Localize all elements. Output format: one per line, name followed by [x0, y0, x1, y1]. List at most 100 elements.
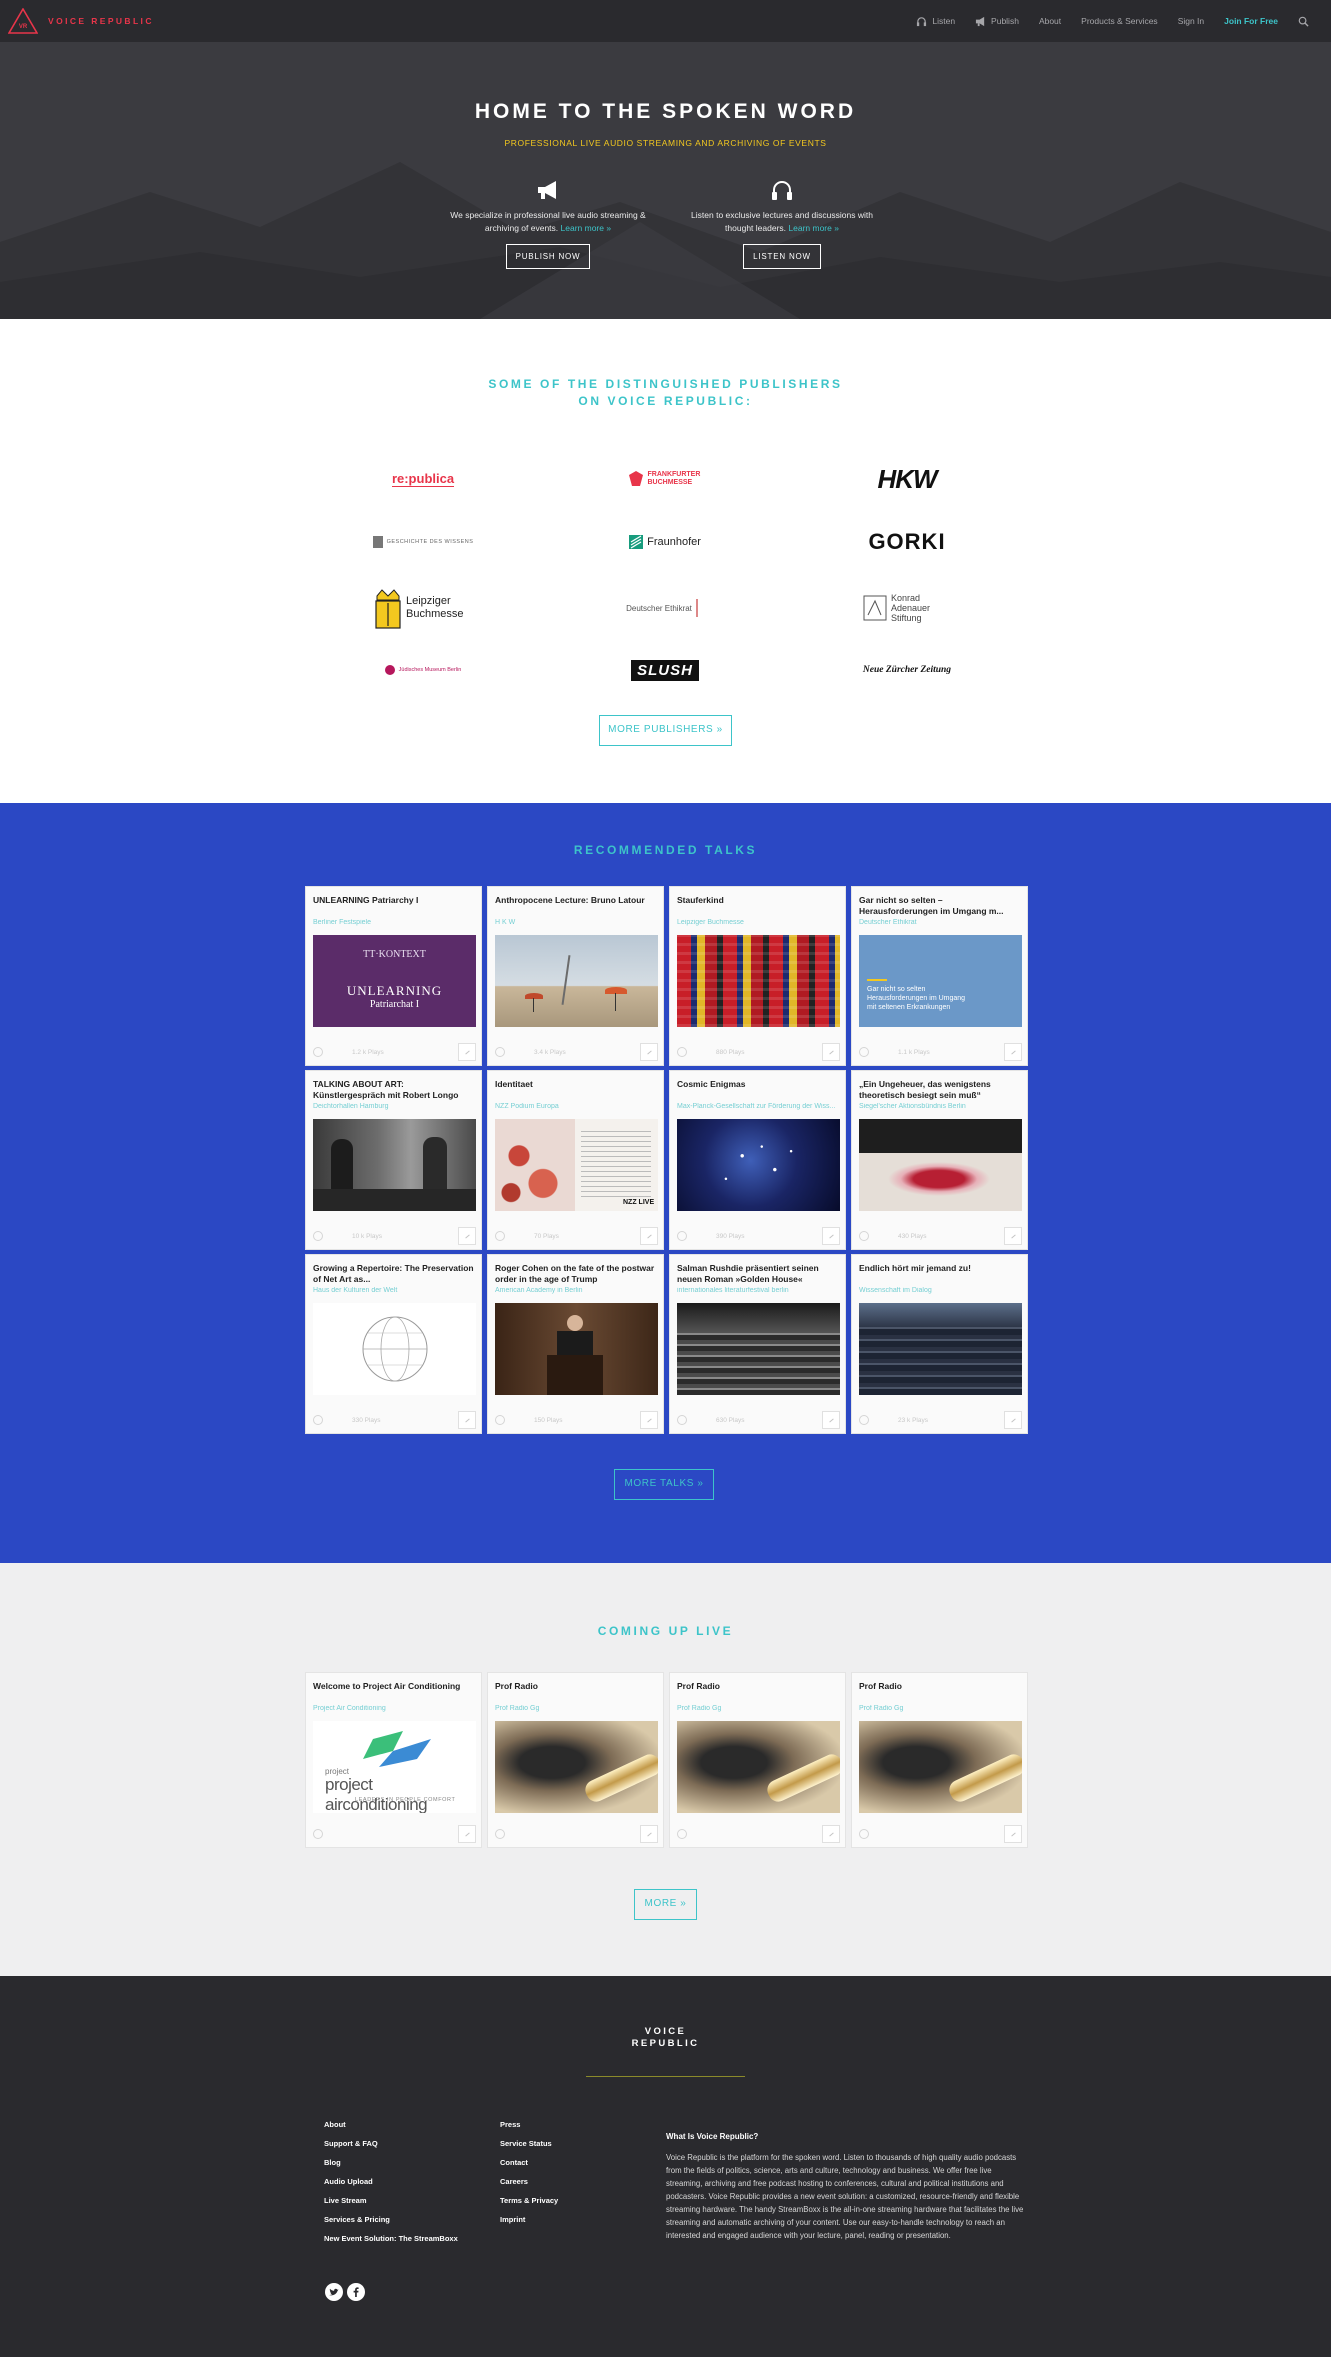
footer-link-blog[interactable]: Blog [324, 2158, 458, 2177]
share-icon[interactable] [822, 1411, 840, 1429]
talk-publisher[interactable]: Deutscher Ethikrat [859, 919, 1023, 926]
talk-publisher[interactable]: H K W [495, 919, 659, 926]
talk-title[interactable]: Roger Cohen on the fate of the postwar o… [495, 1263, 659, 1284]
live-event-publisher[interactable]: Prof Radio Gg [495, 1705, 659, 1712]
talk-title[interactable]: Anthropocene Lecture: Bruno Latour [495, 895, 659, 906]
publisher-logo-leipziger-buchmesse[interactable]: Leipziger Buchmesse [363, 585, 483, 631]
footer-link-terms-privacy[interactable]: Terms & Privacy [500, 2196, 558, 2215]
talk-image[interactable]: TT·KONTEXT UNLEARNING Patriarchat I [313, 935, 476, 1027]
talk-title[interactable]: Cosmic Enigmas [677, 1079, 841, 1090]
footer-link-audio-upload[interactable]: Audio Upload [324, 2177, 458, 2196]
share-icon[interactable] [822, 1043, 840, 1061]
live-event-publisher[interactable]: Prof Radio Gg [677, 1705, 841, 1712]
listen-now-button[interactable]: LISTEN NOW [743, 244, 821, 269]
nav-sign-in[interactable]: Sign In [1168, 16, 1214, 26]
talk-publisher[interactable]: Leipziger Buchmesse [677, 919, 841, 926]
talk-publisher[interactable]: Deichtorhallen Hamburg [313, 1103, 477, 1110]
live-event-publisher[interactable]: Project Air Conditioning [313, 1705, 477, 1712]
live-event-card[interactable]: Welcome to Project Air Conditioning Proj… [305, 1672, 482, 1848]
talk-image[interactable] [313, 1303, 476, 1395]
publisher-logo-fraunhofer[interactable]: Fraunhofer [605, 522, 725, 562]
live-event-publisher[interactable]: Prof Radio Gg [859, 1705, 1023, 1712]
share-icon[interactable] [458, 1043, 476, 1061]
talk-card[interactable]: „Ein Ungeheuer, das wenigstens theoretis… [851, 1070, 1028, 1250]
share-icon[interactable] [822, 1227, 840, 1245]
talk-image[interactable] [677, 1303, 840, 1395]
publish-learn-more-link[interactable]: Learn more » [561, 223, 612, 233]
live-event-card[interactable]: Prof Radio Prof Radio Gg [851, 1672, 1028, 1848]
publisher-logo-frankfurter-buchmesse[interactable]: FRANKFURTER BUCHMESSE [605, 459, 725, 499]
nav-products-services[interactable]: Products & Services [1071, 16, 1168, 26]
footer-link-press[interactable]: Press [500, 2120, 558, 2139]
live-event-image[interactable]: project project airconditioning LEADERS … [313, 1721, 476, 1813]
more-talks-button[interactable]: MORE TALKS » [614, 1469, 714, 1500]
talk-image[interactable] [495, 1303, 658, 1395]
publisher-logo-republica[interactable]: re:publica [363, 459, 483, 499]
facebook-button[interactable] [347, 2283, 365, 2301]
share-icon[interactable] [1004, 1227, 1022, 1245]
share-icon[interactable] [458, 1411, 476, 1429]
talk-image[interactable]: Gar nicht so selten Herausforderungen im … [859, 935, 1022, 1027]
live-event-image[interactable] [495, 1721, 658, 1813]
live-event-card[interactable]: Prof Radio Prof Radio Gg [669, 1672, 846, 1848]
share-icon[interactable] [1004, 1825, 1022, 1843]
live-event-title[interactable]: Prof Radio [495, 1681, 659, 1692]
talk-publisher[interactable]: Wissenschaft im Dialog [859, 1287, 1023, 1294]
talk-image[interactable] [859, 1119, 1022, 1211]
talk-image[interactable] [677, 935, 840, 1027]
talk-publisher[interactable]: internationales literaturfestival berlin [677, 1287, 841, 1294]
footer-logo[interactable]: VOICE REPUBLIC [0, 2026, 1331, 2050]
talk-card[interactable]: Growing a Repertoire: The Preservation o… [305, 1254, 482, 1434]
search-button[interactable] [1288, 16, 1319, 27]
live-event-title[interactable]: Prof Radio [677, 1681, 841, 1692]
footer-link-streamboxx[interactable]: New Event Solution: The StreamBoxx [324, 2234, 458, 2253]
more-publishers-button[interactable]: MORE PUBLISHERS » [599, 715, 732, 746]
footer-link-support-faq[interactable]: Support & FAQ [324, 2139, 458, 2158]
share-icon[interactable] [640, 1227, 658, 1245]
talk-publisher[interactable]: Siegel'scher Aktionsbündnis Berlin [859, 1103, 1023, 1110]
publisher-logo-deutscher-ethikrat[interactable]: Deutscher Ethikrat [605, 585, 725, 631]
talk-card[interactable]: Gar nicht so selten – Herausforderungen … [851, 886, 1028, 1066]
more-live-button[interactable]: MORE » [634, 1889, 697, 1920]
voice-republic-logo[interactable]: VR VOICE REPUBLIC [8, 8, 154, 34]
share-icon[interactable] [640, 1411, 658, 1429]
talk-image[interactable] [495, 935, 658, 1027]
share-icon[interactable] [1004, 1411, 1022, 1429]
talk-title[interactable]: Growing a Repertoire: The Preservation o… [313, 1263, 477, 1284]
footer-link-contact[interactable]: Contact [500, 2158, 558, 2177]
talk-title[interactable]: UNLEARNING Patriarchy I [313, 895, 477, 906]
nav-about[interactable]: About [1029, 16, 1071, 26]
live-event-card[interactable]: Prof Radio Prof Radio Gg [487, 1672, 664, 1848]
footer-link-careers[interactable]: Careers [500, 2177, 558, 2196]
talk-card[interactable]: Anthropocene Lecture: Bruno Latour H K W… [487, 886, 664, 1066]
talk-image[interactable] [859, 1303, 1022, 1395]
talk-card[interactable]: Salman Rushdie präsentiert seinen neuen … [669, 1254, 846, 1434]
share-icon[interactable] [640, 1043, 658, 1061]
talk-card[interactable]: Stauferkind Leipziger Buchmesse 880 Play… [669, 886, 846, 1066]
footer-link-live-stream[interactable]: Live Stream [324, 2196, 458, 2215]
publisher-logo-slush[interactable]: SLUSH [605, 650, 725, 690]
talk-publisher[interactable]: American Academy in Berlin [495, 1287, 659, 1294]
publisher-logo-juedisches-museum[interactable]: Jüdisches Museum Berlin [363, 650, 483, 690]
publisher-logo-geschichte-des-wissens[interactable]: GESCHICHTE DES WISSENS [363, 522, 483, 562]
share-icon[interactable] [640, 1825, 658, 1843]
share-icon[interactable] [458, 1227, 476, 1245]
talk-card[interactable]: Endlich hört mir jemand zu! Wissenschaft… [851, 1254, 1028, 1434]
talk-card[interactable]: Identitaet NZZ Podium Europa NZZ LIVE 70… [487, 1070, 664, 1250]
talk-image[interactable]: NZZ LIVE [495, 1119, 658, 1211]
live-event-image[interactable] [677, 1721, 840, 1813]
nav-join-for-free[interactable]: Join For Free [1214, 16, 1288, 26]
talk-card[interactable]: UNLEARNING Patriarchy I Berliner Festspi… [305, 886, 482, 1066]
talk-title[interactable]: TALKING ABOUT ART: Künstlergespräch mit … [313, 1079, 477, 1100]
publisher-logo-hkw[interactable]: HKW [847, 459, 967, 499]
live-event-title[interactable]: Prof Radio [859, 1681, 1023, 1692]
talk-publisher[interactable]: NZZ Podium Europa [495, 1103, 659, 1110]
share-icon[interactable] [1004, 1043, 1022, 1061]
footer-link-service-status[interactable]: Service Status [500, 2139, 558, 2158]
talk-publisher[interactable]: Haus der Kulturen der Welt [313, 1287, 477, 1294]
footer-link-imprint[interactable]: Imprint [500, 2215, 558, 2234]
live-event-title[interactable]: Welcome to Project Air Conditioning [313, 1681, 477, 1692]
talk-image[interactable] [677, 1119, 840, 1211]
talk-title[interactable]: Stauferkind [677, 895, 841, 906]
talk-card[interactable]: TALKING ABOUT ART: Künstlergespräch mit … [305, 1070, 482, 1250]
